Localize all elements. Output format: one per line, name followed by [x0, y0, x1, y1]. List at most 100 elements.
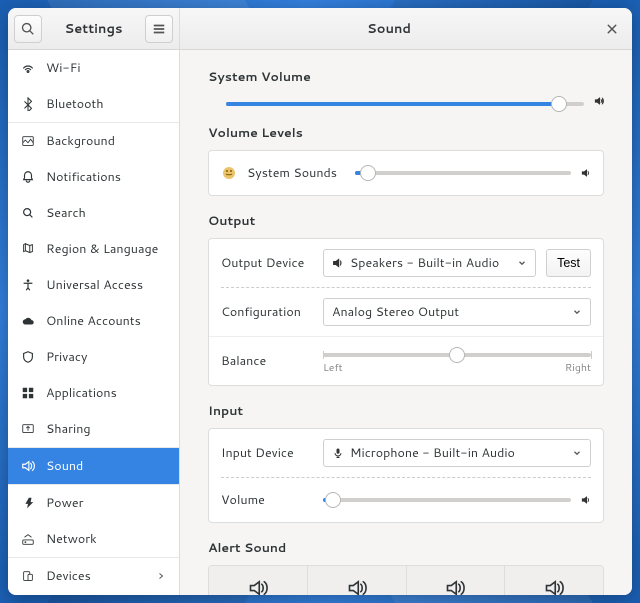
apps-icon [20, 386, 36, 400]
volume-levels-section: Volume Levels System Sounds [208, 124, 604, 196]
sidebar-item-power[interactable]: Power [8, 485, 179, 521]
microphone-icon [332, 447, 344, 459]
sidebar-item-notifications[interactable]: Notifications [8, 159, 179, 195]
sidebar-item-privacy[interactable]: Privacy [8, 339, 179, 375]
sidebar-item-label: Network [46, 530, 167, 548]
speaker-icon [347, 578, 367, 595]
sidebar-item-applications[interactable]: Applications [8, 375, 179, 411]
input-device-label: Input Device [221, 444, 313, 462]
balance-left-label: Left [323, 361, 343, 375]
alert-sound-drip[interactable]: Drip [307, 566, 406, 595]
sidebar-item-label: Power [46, 494, 167, 512]
page-title: Sound [180, 20, 598, 38]
header-bar: Settings Sound [8, 8, 632, 50]
input-volume-slider[interactable] [323, 498, 571, 502]
input-device-value: Microphone - Built-in Audio [350, 444, 515, 462]
search-icon [20, 206, 36, 220]
close-button[interactable] [598, 15, 626, 43]
sharing-icon [20, 422, 36, 436]
menu-button[interactable] [145, 15, 173, 43]
system-sounds-icon [221, 165, 237, 181]
output-device-combo[interactable]: Speakers - Built-in Audio [323, 249, 536, 277]
system-volume-section: System Volume [208, 68, 604, 108]
search-icon [21, 22, 35, 36]
sidebar-item-label: Devices [46, 567, 147, 585]
speaker-icon [248, 578, 268, 595]
sidebar-item-region-language[interactable]: Region & Language [8, 231, 179, 267]
sidebar-item-label: Wi-Fi [46, 59, 167, 77]
chevron-down-icon [572, 307, 582, 317]
search-button[interactable] [14, 15, 42, 43]
sidebar-item-label: Sound [46, 457, 167, 475]
configuration-combo[interactable]: Analog Stereo Output [323, 298, 591, 326]
sidebar-item-universal-access[interactable]: Universal Access [8, 267, 179, 303]
input-device-combo[interactable]: Microphone - Built-in Audio [323, 439, 591, 467]
sidebar-item-details[interactable]: Details [8, 594, 179, 595]
background-icon [20, 134, 36, 148]
privacy-icon [20, 350, 36, 364]
sidebar-item-network[interactable]: Network [8, 521, 179, 557]
wifi-icon [20, 61, 36, 75]
sidebar-item-search[interactable]: Search [8, 195, 179, 231]
bluetooth-icon [20, 97, 36, 111]
volume-levels-label: Volume Levels [208, 124, 604, 142]
speaker-icon[interactable] [581, 166, 591, 180]
sidebar-item-sound[interactable]: Sound [8, 448, 179, 484]
network-icon [20, 532, 36, 546]
sidebar-item-wi-fi[interactable]: Wi-Fi [8, 50, 179, 86]
sidebar: Wi-Fi Bluetooth Background Notifications Sea… [8, 50, 180, 595]
close-icon [606, 23, 618, 35]
sidebar-item-label: Bluetooth [46, 95, 167, 113]
configuration-label: Configuration [221, 303, 313, 321]
sound-icon [20, 459, 36, 473]
chevron-right-icon [157, 572, 167, 580]
balance-right-label: Right [565, 361, 591, 375]
chevron-down-icon [572, 448, 582, 458]
header-right: Sound [180, 8, 632, 49]
chevron-down-icon [517, 258, 527, 268]
sidebar-item-label: Region & Language [46, 240, 167, 258]
sidebar-item-sharing[interactable]: Sharing [8, 411, 179, 447]
cloud-icon [20, 314, 36, 328]
header-left: Settings [8, 8, 180, 49]
sidebar-item-label: Applications [46, 384, 167, 402]
speaker-icon [332, 257, 344, 269]
sidebar-item-bluetooth[interactable]: Bluetooth [8, 86, 179, 122]
speaker-icon [544, 578, 564, 595]
content-area: Wi-Fi Bluetooth Background Notifications Sea… [8, 50, 632, 595]
system-volume-slider[interactable] [226, 102, 584, 106]
alert-sound-sonar[interactable]: Sonar [504, 566, 603, 595]
system-volume-label: System Volume [208, 68, 604, 86]
sidebar-item-label: Universal Access [46, 276, 167, 294]
alert-sound-glass[interactable]: Glass [406, 566, 505, 595]
input-volume-label: Volume [221, 491, 313, 509]
system-sounds-slider[interactable] [355, 171, 571, 175]
sidebar-item-label: Notifications [46, 168, 167, 186]
sidebar-item-online-accounts[interactable]: Online Accounts [8, 303, 179, 339]
accessibility-icon [20, 278, 36, 292]
output-device-label: Output Device [221, 254, 313, 272]
configuration-value: Analog Stereo Output [332, 303, 459, 321]
alert-sound-bark[interactable]: Bark [209, 566, 307, 595]
speaker-icon[interactable] [581, 493, 591, 507]
output-device-value: Speakers - Built-in Audio [350, 254, 499, 272]
sidebar-item-label: Online Accounts [46, 312, 167, 330]
devices-icon [20, 569, 36, 583]
balance-slider[interactable] [323, 353, 591, 357]
output-section: Output Output Device Speakers - Built-in… [208, 212, 604, 386]
system-sounds-row: System Sounds [209, 151, 603, 195]
region-icon [20, 242, 36, 256]
alert-sound-section: Alert Sound BarkDripGlassSonar [208, 539, 604, 595]
sidebar-item-background[interactable]: Background [8, 123, 179, 159]
alert-sound-label: Alert Sound [208, 539, 604, 557]
input-section: Input Input Device Microphone - Built-in… [208, 402, 604, 523]
sidebar-item-devices[interactable]: Devices [8, 558, 179, 594]
settings-window: Settings Sound Wi-Fi Bluetooth Background N… [8, 8, 632, 595]
speaker-icon[interactable] [594, 94, 604, 108]
hamburger-icon [152, 22, 166, 36]
main-panel: System Volume Volume Levels [180, 50, 632, 595]
sidebar-title: Settings [48, 20, 139, 38]
notifications-icon [20, 170, 36, 184]
speaker-icon [445, 578, 465, 595]
test-button[interactable]: Test [546, 249, 591, 277]
